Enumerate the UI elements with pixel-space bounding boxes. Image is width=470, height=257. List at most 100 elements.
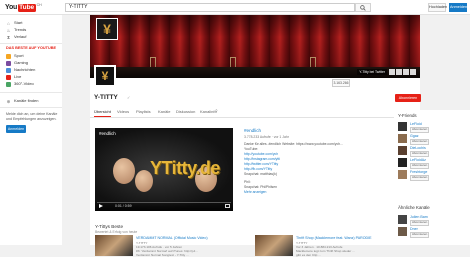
guide-sidebar: ⌂ Start ♨ Trends ⧗ Verlauf Das Beste auf… (0, 15, 62, 245)
instagram-icon[interactable] (403, 69, 409, 75)
sidebar-item-gaming[interactable]: Gaming (6, 60, 28, 66)
facebook-icon[interactable] (396, 69, 402, 75)
sidebar-item-browse-channels[interactable]: ⊕ Kanäle finden (6, 98, 39, 104)
search-button[interactable] (355, 3, 371, 12)
youtube-logo[interactable]: You Tube CH (5, 3, 42, 12)
search-input[interactable]: Y-TITTY (65, 3, 355, 12)
sidebar-item-label: Sport (14, 53, 24, 58)
avatar[interactable] (398, 134, 407, 143)
channel-subscribe-button[interactable]: Abonnieren (410, 163, 430, 169)
subscriber-count: 3.163.266 (332, 79, 350, 87)
sidebar-item-label: Live (14, 74, 22, 79)
avatar[interactable] (398, 227, 407, 236)
subscribe-button[interactable]: Abonnieren (395, 94, 421, 102)
channel-item[interactable]: Freshtorge Abonnieren (398, 170, 468, 181)
tab-discussion[interactable]: Diskussion (176, 108, 195, 116)
sport-icon (6, 53, 11, 59)
channel-subscribe-button[interactable]: Abonnieren (410, 175, 430, 181)
channel-item[interactable]: DieLochis Abonnieren (398, 146, 468, 157)
sidebar-item-history[interactable]: ⧗ Verlauf (6, 34, 27, 40)
channel-search-icon[interactable]: ⌕ (215, 108, 218, 114)
home-icon: ⌂ (7, 20, 10, 26)
logo-country-code: CH (36, 3, 42, 7)
channel-item-name[interactable]: LeFloid (410, 122, 422, 126)
sidebar-sign-in-button[interactable]: Anmelden (6, 125, 26, 133)
channel-name[interactable]: Y-TITTY (94, 94, 118, 101)
featured-video-title[interactable]: #endlich (244, 128, 261, 133)
channel-item-name[interactable]: Julien Bam (410, 215, 428, 219)
channel-item-name[interactable]: DieLochis (410, 146, 426, 150)
sidebar-item-360-video[interactable]: 360°-Video (6, 81, 34, 87)
channel-subscribe-button[interactable]: Abonnieren (410, 232, 430, 238)
sign-in-button[interactable]: Anmelden (449, 3, 467, 12)
channel-avatar[interactable]: ¥ (94, 65, 116, 87)
avatar[interactable] (398, 158, 407, 167)
channel-item[interactable]: Ggaz Abonnieren (398, 134, 468, 145)
channel-subscribe-button[interactable]: Abonnieren (410, 151, 430, 157)
featured-video-meta: 3.778.233 Aufrufe · vor 1 Jahr (244, 135, 289, 139)
sidebar-divider (0, 92, 62, 93)
description-link[interactable]: http://fb.com/YTitty (244, 167, 272, 171)
video-thumbnail[interactable] (255, 235, 293, 256)
verified-icon: ✓ (127, 95, 131, 100)
sidebar-item-label: 360°-Video (14, 81, 34, 86)
video-title[interactable]: Thrift Shop (Macklemore feat. Wanz) PARO… (296, 236, 372, 240)
channel-tabs: Übersicht Videos Playlists Kanäle Diskus… (90, 106, 420, 118)
channel-subscribe-button[interactable]: Abonnieren (410, 139, 430, 145)
video-time: 0:01 / 0:59 (115, 204, 132, 208)
description-link[interactable]: http://youtube.com/ych (244, 152, 278, 156)
sidebar-item-news[interactable]: Nachrichten (6, 67, 35, 73)
description-link[interactable]: http://instagram.com/ytti (244, 157, 280, 161)
tab-playlists[interactable]: Playlists (136, 108, 151, 116)
sidebar-item-home[interactable]: ⌂ Start (6, 20, 22, 26)
description-line: Snapchat: PhilPhilsen (244, 185, 277, 189)
avatar[interactable] (398, 215, 407, 224)
progress-bar[interactable] (97, 202, 231, 203)
twitter-icon[interactable] (389, 69, 395, 75)
tab-overview[interactable]: Übersicht (94, 108, 111, 117)
tab-channels[interactable]: Kanäle (158, 108, 170, 116)
channel-item[interactable]: Julien Bam Abonnieren (398, 215, 468, 226)
video-title[interactable]: VERDAMMT NORMAL (Official Music Video) (136, 236, 208, 240)
avatar[interactable] (398, 122, 407, 131)
channel-item-name[interactable]: Freshtorge (410, 170, 427, 174)
tab-videos[interactable]: Videos (117, 108, 129, 116)
description-link[interactable]: http://twitter.com/YTitty (244, 162, 278, 166)
sidebar-item-label: Verlauf (14, 34, 27, 39)
sidebar-item-sport[interactable]: Sport (6, 53, 24, 59)
fullscreen-icon[interactable] (225, 204, 230, 208)
logo-tube-text: Tube (17, 3, 36, 12)
video-thumbnail[interactable] (95, 235, 133, 256)
channel-subscribe-button[interactable]: Abonnieren (410, 127, 430, 133)
video-player[interactable]: #endlich YTitty.de 0:01 / 0:59 (95, 128, 233, 211)
channel-subscribe-button[interactable]: Abonnieren (410, 220, 430, 226)
best-of-youtube-heading: Das Beste auf YouTube (6, 46, 56, 50)
logo-you-text: You (5, 4, 18, 11)
channel-item-name[interactable]: LeFloidAz (410, 158, 426, 162)
video-overlay-title: #endlich (99, 131, 116, 136)
plus-circle-icon: ⊕ (6, 98, 11, 104)
show-more-link[interactable]: Mehr anzeigen (244, 190, 266, 194)
avatar[interactable] (398, 170, 407, 179)
similar-channels-heading: Ähnliche Kanäle (398, 205, 430, 210)
channel-item[interactable]: Dner Abonnieren (398, 227, 468, 238)
related-channels-panel: Y-Friends LeFloid Abonnieren Ggaz Abonni… (394, 110, 470, 245)
shelf-title[interactable]: Y-Tittys Beste (95, 224, 123, 229)
social-label[interactable]: Y-Titty bei Twitter (357, 69, 387, 75)
hourglass-icon: ⧗ (6, 34, 11, 40)
news-icon (6, 67, 11, 73)
channel-item[interactable]: LeFloid Abonnieren (398, 122, 468, 133)
description-line: Danke für alles. #endlich Website: https… (244, 142, 343, 146)
upload-button[interactable]: Hochladen (428, 3, 447, 12)
play-icon[interactable] (99, 204, 103, 208)
sidebar-item-trends[interactable]: ♨ Trends (6, 27, 26, 33)
channel-item-name[interactable]: Ggaz (410, 134, 419, 138)
avatar[interactable] (398, 146, 407, 155)
website-icon[interactable] (410, 69, 416, 75)
live-icon (6, 74, 11, 80)
sidebar-item-live[interactable]: Live (6, 74, 21, 80)
video-description: gibt es den Clip ... (296, 253, 321, 257)
channel-item-name[interactable]: Dner (410, 227, 418, 231)
friends-heading[interactable]: Y-Friends (398, 113, 417, 118)
channel-item[interactable]: LeFloidAz Abonnieren (398, 158, 468, 169)
